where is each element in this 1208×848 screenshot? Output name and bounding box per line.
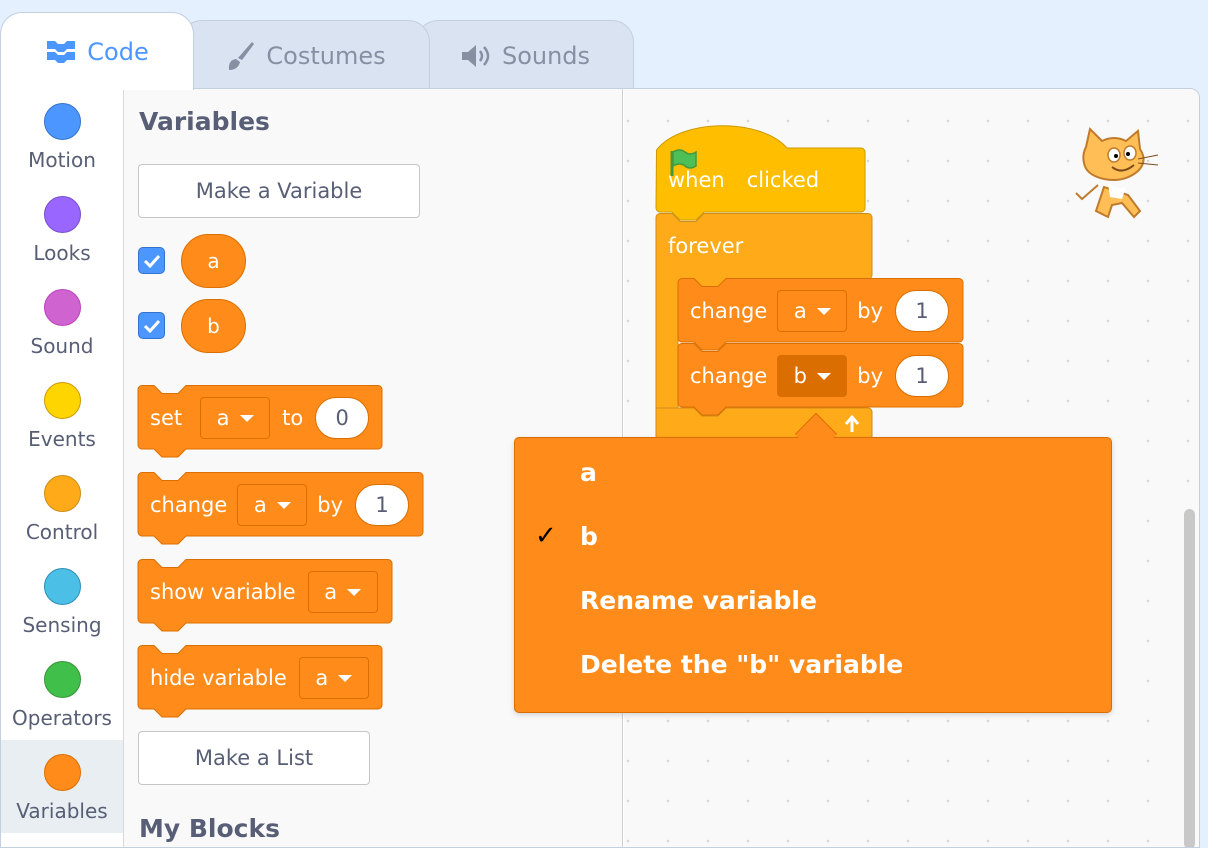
variable-a-checkbox[interactable] xyxy=(138,247,165,274)
caret-down-icon xyxy=(816,372,831,380)
dropdown-item-b[interactable]: ✓ b xyxy=(515,508,1111,564)
variable-b-checkbox[interactable] xyxy=(138,312,165,339)
block-label: by xyxy=(857,299,884,323)
operators-dot xyxy=(43,661,81,698)
block-label: change xyxy=(690,299,768,323)
tab-costumes[interactable]: Costumes xyxy=(180,20,430,90)
value-input[interactable]: 1 xyxy=(895,290,950,332)
dropdown-item-label: a xyxy=(580,457,597,487)
category-events[interactable]: Events xyxy=(1,368,123,461)
looks-dot xyxy=(43,196,81,233)
variable-dropdown-open[interactable]: b xyxy=(777,355,848,397)
variable-dropdown[interactable]: a xyxy=(237,484,308,526)
caret-down-icon xyxy=(239,414,254,422)
variable-dropdown[interactable]: a xyxy=(777,290,848,332)
block-label: hide variable xyxy=(150,666,287,690)
block-label: set xyxy=(150,406,183,430)
caret-down-icon xyxy=(338,674,353,682)
brush-icon xyxy=(224,40,256,72)
category-label: Sound xyxy=(30,334,94,358)
category-menu: Motion Looks Sound Events Control Sensin… xyxy=(1,89,124,847)
tab-costumes-label: Costumes xyxy=(266,41,386,70)
variable-dropdown[interactable]: a xyxy=(307,571,378,613)
category-control[interactable]: Control xyxy=(1,461,123,554)
category-sensing[interactable]: Sensing xyxy=(1,554,123,647)
dropdown-item-label: Delete the "b" variable xyxy=(580,649,904,679)
dropdown-item-rename[interactable]: Rename variable xyxy=(515,572,1111,628)
category-label: Operators xyxy=(12,706,112,730)
block-label: change xyxy=(150,493,228,517)
dropdown-item-delete[interactable]: Delete the "b" variable xyxy=(515,636,1111,692)
dropdown-item-label: b xyxy=(580,521,598,551)
show-variable-block[interactable]: show variable a xyxy=(137,559,393,632)
speaker-icon xyxy=(460,43,492,69)
category-label: Variables xyxy=(16,799,108,823)
tab-sounds[interactable]: Sounds xyxy=(416,20,634,90)
set-variable-block[interactable]: set a to 0 xyxy=(137,385,383,458)
dropdown-item-label: Rename variable xyxy=(580,585,817,615)
block-label: by xyxy=(857,364,884,388)
when-flag-clicked-block[interactable]: when clicked xyxy=(655,125,866,221)
make-variable-button[interactable]: Make a Variable xyxy=(138,164,420,218)
workspace-scrollbar[interactable] xyxy=(1184,509,1195,847)
caret-down-icon xyxy=(816,307,831,315)
variable-dropdown[interactable]: a xyxy=(298,657,369,699)
category-label: Events xyxy=(28,427,96,451)
category-variables[interactable]: Variables xyxy=(1,740,123,833)
palette-section-title: Variables xyxy=(139,107,270,136)
hide-variable-block[interactable]: hide variable a xyxy=(137,645,383,718)
category-label: Looks xyxy=(33,241,91,265)
variables-dot xyxy=(43,754,81,791)
value-input[interactable]: 1 xyxy=(895,355,950,397)
events-dot xyxy=(43,382,81,419)
block-label: clicked xyxy=(746,168,820,192)
tab-sounds-label: Sounds xyxy=(501,41,591,70)
change-a-block[interactable]: change a by 1 xyxy=(677,278,964,351)
make-list-button[interactable]: Make a List xyxy=(138,731,370,785)
category-label: Sensing xyxy=(22,613,102,637)
dropdown-value: a xyxy=(253,493,267,517)
block-label: show variable xyxy=(150,580,296,604)
dropdown-value: a xyxy=(793,299,807,323)
variable-b-reporter[interactable]: b xyxy=(181,299,246,353)
change-b-block[interactable]: change b by 1 xyxy=(677,343,964,416)
category-looks[interactable]: Looks xyxy=(1,182,123,275)
variable-dropdown-menu: a ✓ b Rename variable Delete the "b" var… xyxy=(514,437,1112,713)
category-label: Motion xyxy=(28,148,96,172)
category-motion[interactable]: Motion xyxy=(1,89,123,182)
block-label: by xyxy=(317,493,344,517)
sensing-dot xyxy=(43,568,81,605)
motion-dot xyxy=(43,103,81,140)
category-label: Control xyxy=(25,520,99,544)
change-variable-block[interactable]: change a by 1 xyxy=(137,472,424,545)
sound-dot xyxy=(43,289,81,326)
dropdown-value: a xyxy=(315,666,329,690)
checkmark-icon: ✓ xyxy=(535,521,557,551)
block-label: change xyxy=(690,364,768,388)
dropdown-value: a xyxy=(324,580,338,604)
caret-down-icon xyxy=(347,588,362,596)
block-label: to xyxy=(282,406,304,430)
check-icon xyxy=(143,254,160,268)
variable-a-reporter[interactable]: a xyxy=(181,234,246,288)
value-input[interactable]: 0 xyxy=(315,397,370,439)
dropdown-value: a xyxy=(216,406,230,430)
tab-code-label: Code xyxy=(87,37,149,66)
category-operators[interactable]: Operators xyxy=(1,647,123,740)
tab-code[interactable]: Code xyxy=(0,12,194,90)
code-icon xyxy=(45,39,77,65)
sprite-cat-icon xyxy=(1068,125,1164,225)
category-sound[interactable]: Sound xyxy=(1,275,123,368)
block-label: forever xyxy=(668,234,744,258)
caret-down-icon xyxy=(276,501,291,509)
my-blocks-title: My Blocks xyxy=(139,814,281,843)
variable-dropdown[interactable]: a xyxy=(200,397,271,439)
check-icon xyxy=(143,319,160,333)
dropdown-value: b xyxy=(793,364,807,388)
value-input[interactable]: 1 xyxy=(355,484,410,526)
control-dot xyxy=(43,475,81,512)
